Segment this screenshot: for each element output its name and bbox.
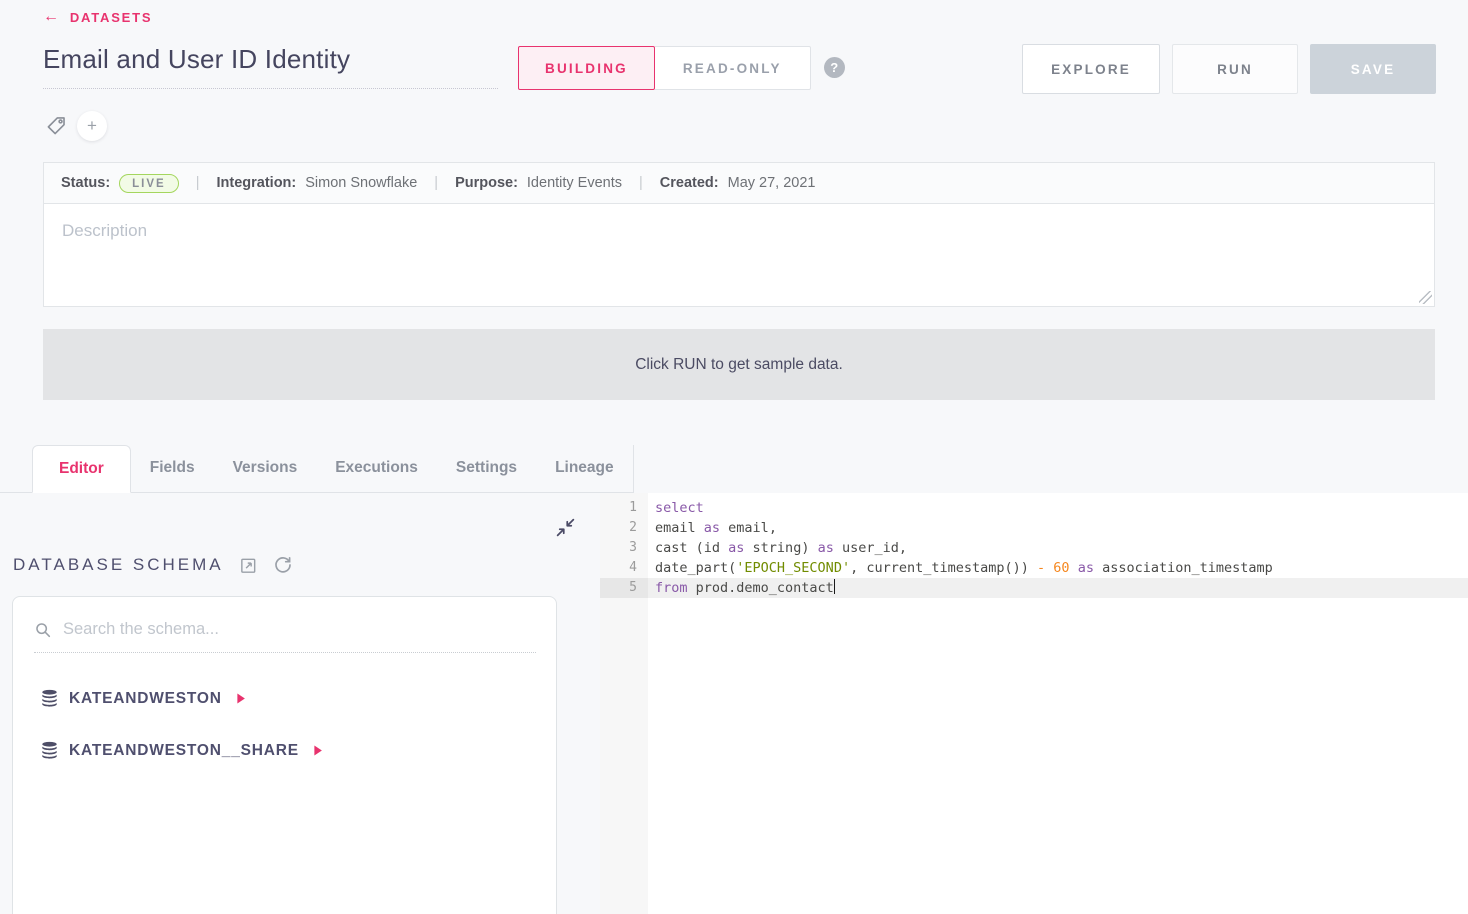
created-label: Created: (659, 175, 719, 191)
sample-data-banner-text: Click RUN to get sample data. (635, 355, 843, 373)
schema-header: DATABASE SCHEMA (13, 555, 600, 575)
search-input[interactable] (63, 620, 536, 639)
database-icon (42, 741, 57, 759)
schema-database-item[interactable]: KATEANDWESTON (39, 688, 556, 709)
tab-bar: Editor Fields Versions Executions Settings Li… (0, 445, 634, 493)
search-icon (36, 622, 51, 637)
title-field[interactable]: Email and User ID Identity (43, 44, 498, 89)
editor-content: DATABASE SCHEMA Search the schema... KAT… (0, 493, 1468, 914)
status-bar: Status: LIVE | Integration: Simon Snowfl… (43, 162, 1435, 204)
code-token-plain: , current_timestamp()) (850, 560, 1038, 576)
code-token-kw: as (817, 540, 834, 556)
back-arrow-icon: ← (43, 8, 61, 25)
resize-handle[interactable] (1419, 291, 1432, 304)
action-buttons: EXPLORE RUN SAVE (1022, 44, 1436, 94)
code-token-kw: as (1077, 560, 1094, 576)
schema-database-label: KATEANDWESTON__SHARE (69, 741, 299, 759)
schema-list: KATEANDWESTON KATEANDWESTON__SHARE (13, 653, 556, 761)
code-token-kw: as (728, 540, 745, 556)
line-number: 3 (629, 540, 637, 555)
line-number: 4 (629, 560, 637, 575)
integration-value: Simon Snowflake (305, 175, 418, 191)
code-token-num: 60 (1053, 560, 1070, 576)
page-title: Email and User ID Identity (43, 44, 351, 74)
schema-heading: DATABASE SCHEMA (13, 555, 224, 574)
breadcrumb-label: DATASETS (69, 9, 153, 25)
code-line[interactable]: date_part('EPOCH_SECOND', current_timest… (648, 558, 1468, 578)
code-token-plain: cast (id (655, 540, 729, 556)
purpose-value: Identity Events (526, 175, 623, 191)
tab-settings[interactable]: Settings (437, 444, 536, 492)
code-token-kw: as (703, 520, 721, 536)
code-token-plain: user_id, (833, 540, 907, 556)
code-token-op: - (1037, 560, 1046, 576)
run-button[interactable]: RUN (1172, 44, 1298, 94)
expand-triangle-icon[interactable] (233, 691, 248, 706)
plus-icon: + (87, 116, 97, 135)
divider: | (195, 175, 200, 191)
breadcrumb[interactable]: ← DATASETS (43, 8, 152, 26)
code-token-kw: from (655, 580, 688, 596)
divider: | (639, 175, 643, 191)
code-token-plain: string) (744, 540, 818, 556)
purpose-label: Purpose: (455, 175, 518, 191)
code-token-plain: email (655, 520, 704, 536)
line-number: 1 (629, 500, 637, 515)
schema-database-item[interactable]: KATEANDWESTON__SHARE (39, 740, 556, 761)
code-token-plain: date_part( (655, 560, 737, 576)
schema-search (13, 597, 556, 639)
line-number: 2 (629, 520, 637, 535)
divider: | (434, 175, 439, 191)
expand-triangle-icon[interactable] (310, 743, 325, 758)
save-button[interactable]: SAVE (1310, 44, 1436, 94)
sample-data-banner: Click RUN to get sample data. (43, 329, 1435, 400)
collapse-arrows-icon (556, 518, 575, 537)
code-token-str: 'EPOCH_SECOND' (736, 560, 851, 576)
tab-fields[interactable]: Fields (131, 444, 214, 492)
refresh-icon[interactable] (273, 555, 293, 575)
text-cursor (833, 579, 836, 594)
created-value: May 27, 2021 (727, 175, 816, 191)
code-token-plain: prod.demo_contact (687, 580, 834, 596)
open-schema-icon[interactable] (239, 556, 258, 575)
database-icon (42, 689, 57, 707)
description-box (43, 204, 1435, 307)
code-area[interactable]: select email as email, cast (id as string)… (648, 493, 1468, 914)
code-line[interactable]: from prod.demo_contact (648, 578, 1468, 598)
collapse-panel-button[interactable] (555, 517, 576, 538)
code-token-plain: association_timestamp (1093, 560, 1273, 576)
line-number: 5 (600, 578, 648, 598)
explore-button[interactable]: EXPLORE (1022, 44, 1160, 94)
code-line[interactable]: email as email, (648, 518, 1468, 538)
status-label: Status: (61, 175, 111, 191)
description-textarea[interactable] (44, 204, 1434, 306)
help-icon[interactable]: ? (823, 57, 845, 78)
read-only-button[interactable]: READ-ONLY (654, 46, 811, 90)
status-badge: LIVE (119, 173, 179, 193)
tab-executions[interactable]: Executions (316, 444, 437, 492)
tag-icon[interactable] (43, 113, 69, 139)
code-editor[interactable]: 12345 select email as email, cast (id as s… (600, 493, 1468, 914)
line-gutter: 1 2 3 4 5 (600, 493, 648, 914)
schema-database-label: KATEANDWESTON (69, 689, 222, 707)
code-line[interactable]: select (648, 498, 1468, 518)
page-header: ← DATASETS Email and User ID Identity BU… (0, 0, 1468, 142)
integration-label: Integration: (216, 175, 297, 191)
dataset-meta: Status: LIVE | Integration: Simon Snowfl… (43, 162, 1435, 307)
tag-tools-row: + (43, 110, 1436, 142)
tab-editor[interactable]: Editor (32, 445, 131, 493)
title-row: Email and User ID Identity BUILDING READ… (43, 44, 1436, 94)
code-token-kw: select (655, 500, 704, 516)
tab-versions[interactable]: Versions (214, 444, 317, 492)
tab-lineage[interactable]: Lineage (536, 444, 633, 492)
schema-panel: KATEANDWESTON KATEANDWESTON__SHARE (12, 596, 557, 914)
code-line[interactable]: cast (id as string) as user_id, (648, 538, 1468, 558)
add-tag-button[interactable]: + (77, 111, 107, 141)
schema-sidebar: DATABASE SCHEMA Search the schema... KAT… (0, 493, 600, 914)
building-button[interactable]: BUILDING (518, 46, 655, 90)
mode-toggle: BUILDING READ-ONLY (518, 46, 811, 90)
code-token-plain: email, (720, 520, 777, 536)
